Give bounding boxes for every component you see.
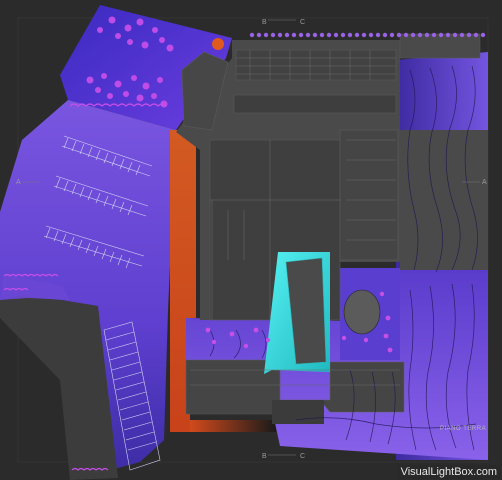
section-c-bottom: C [300,453,305,460]
south-entrance [272,400,324,424]
ne-wing [399,33,481,59]
north-wing [235,49,397,81]
east-wing [339,129,399,261]
orange-marker [212,38,224,50]
plan-title: PIANO TERRA [440,426,486,432]
section-a-right: A [482,179,487,186]
orange-corridor-end [190,420,276,432]
section-b-top: B [262,19,267,26]
section-a-left: A [16,179,21,186]
watermark[interactable]: VisualLightBox.com [397,465,500,479]
north-corridor [233,94,397,114]
floor-plan-drawing: A A B C B C PIANO TERRA [0,5,489,480]
site-plan: A A B C B C PIANO TERRA VisualLightBox.c… [0,0,502,480]
section-c-top: C [300,19,305,26]
section-b-bottom: B [262,453,267,460]
courtyard-sculpture [343,289,381,335]
